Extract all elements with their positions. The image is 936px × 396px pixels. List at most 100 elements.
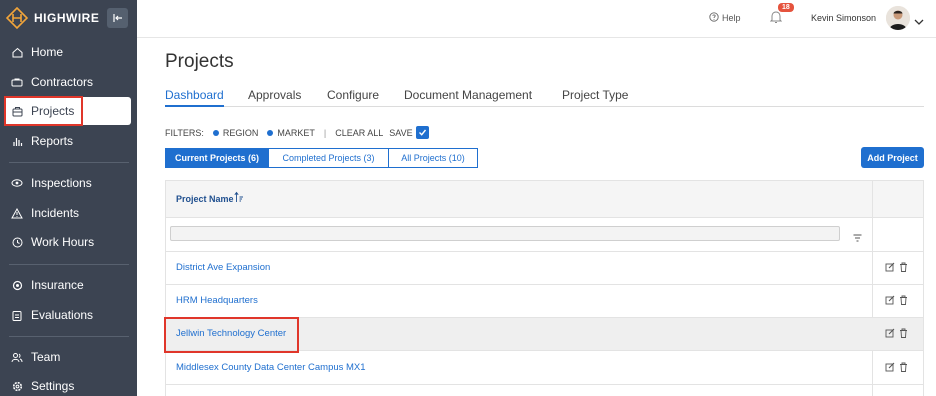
avatar[interactable]: [886, 6, 910, 30]
reports-icon: [11, 135, 23, 147]
sidebar-item-inspections[interactable]: Inspections: [4, 169, 131, 197]
collapse-sidebar-button[interactable]: [107, 8, 128, 28]
table-row: Middlesex County Data Center Campus MX1: [166, 352, 923, 385]
sidebar-item-work-hours[interactable]: Work Hours: [4, 228, 131, 256]
edit-icon[interactable]: [885, 328, 895, 338]
highwire-logo-icon: [6, 7, 28, 29]
project-link[interactable]: HRM Headquarters: [176, 295, 258, 306]
sidebar-item-home[interactable]: Home: [4, 38, 131, 66]
tab-configure[interactable]: Configure: [327, 88, 379, 107]
notification-count-badge: 18: [778, 3, 794, 12]
row-actions: [885, 362, 912, 372]
sidebar-item-label: Insurance: [31, 278, 84, 292]
region-filter-label: REGION: [222, 127, 259, 138]
market-filter[interactable]: MARKET: [267, 128, 315, 138]
collapse-left-icon: [112, 14, 122, 22]
sidebar-item-evaluations[interactable]: Evaluations: [4, 301, 131, 329]
sidebar-item-reports[interactable]: Reports: [4, 127, 131, 155]
team-icon: [11, 351, 23, 363]
sort-ascending-icon[interactable]: [234, 190, 244, 208]
work-hours-icon: [11, 236, 23, 248]
column-divider: [872, 181, 873, 218]
help-label: Help: [722, 13, 741, 23]
filters-separator: |: [323, 127, 327, 138]
notifications-button[interactable]: [769, 10, 783, 29]
project-name-filter-input[interactable]: [170, 226, 840, 241]
evaluations-icon: [11, 309, 23, 321]
table-row: District Ave Expansion: [166, 252, 923, 285]
home-icon: [11, 46, 23, 58]
tab-project-type[interactable]: Project Type: [562, 88, 628, 107]
sidebar-item-insurance[interactable]: Insurance: [4, 271, 131, 299]
page-title: Projects: [165, 51, 234, 72]
row-actions: [885, 295, 912, 305]
sidebar-item-label: Inspections: [31, 176, 92, 190]
sidebar-item-incidents[interactable]: Incidents: [4, 199, 131, 227]
selected-project-highlight-box: [164, 317, 299, 353]
sidebar-divider: [9, 264, 129, 265]
save-filters-label: SAVE: [389, 127, 413, 138]
tab-approvals[interactable]: Approvals: [248, 88, 301, 107]
topbar: Help 18 Kevin Simonson: [137, 0, 936, 38]
clear-all-button[interactable]: CLEAR ALL: [335, 128, 383, 138]
user-name[interactable]: Kevin Simonson: [811, 13, 876, 23]
brand[interactable]: HIGHWIRE: [6, 7, 99, 29]
brand-name: HIGHWIRE: [34, 11, 100, 25]
avatar-person-icon: [886, 6, 910, 30]
region-dot-icon: [212, 129, 219, 136]
delete-icon[interactable]: [899, 328, 908, 338]
user-menu-chevron[interactable]: [914, 13, 924, 31]
sidebar-item-label: Reports: [31, 134, 74, 148]
completed-projects-tab[interactable]: Completed Projects (3): [269, 148, 389, 168]
save-filters-checkbox[interactable]: [415, 126, 429, 139]
contractors-icon: [11, 76, 23, 88]
table-header: Project Name: [166, 181, 923, 218]
table-row: HRM Headquarters: [166, 285, 923, 318]
chevron-down-icon: [914, 19, 924, 25]
tab-document-management[interactable]: Document Management: [404, 88, 532, 107]
sidebar-divider: [9, 162, 129, 163]
sidebar-item-label: Evaluations: [31, 308, 94, 322]
table-filter-row: [166, 218, 923, 252]
checkmark-icon: [418, 129, 426, 136]
sidebar-item-contractors[interactable]: Contractors: [4, 68, 131, 96]
help-link[interactable]: Help: [709, 12, 741, 24]
inspections-icon: [11, 177, 23, 189]
edit-icon[interactable]: [885, 262, 895, 272]
edit-icon[interactable]: [885, 362, 895, 372]
sidebar-item-label: Work Hours: [31, 235, 95, 249]
add-project-button[interactable]: Add Project: [861, 147, 924, 168]
region-filter[interactable]: REGION: [212, 127, 259, 138]
projects-highlight-box: [4, 96, 83, 126]
projects-table: Project Name District Ave Expansion HRM …: [165, 180, 924, 396]
sidebar-item-label: Team: [31, 350, 61, 364]
help-icon: [709, 12, 719, 24]
insurance-icon: [11, 279, 23, 291]
delete-icon[interactable]: [899, 262, 908, 272]
sidebar-item-team[interactable]: Team: [4, 343, 131, 371]
bell-icon: [769, 11, 783, 23]
delete-icon[interactable]: [899, 362, 908, 372]
current-projects-tab[interactable]: Current Projects (6): [165, 148, 269, 168]
sidebar-divider: [9, 336, 129, 337]
sidebar-item-label: Incidents: [31, 206, 80, 220]
tab-bar: Dashboard Approvals Configure Document M…: [165, 88, 924, 107]
filters-bar: FILTERS: REGION MARKET | CLEAR ALL SAVE: [165, 126, 429, 139]
tab-dashboard[interactable]: Dashboard: [165, 88, 224, 107]
filter-icon[interactable]: [853, 229, 862, 247]
project-link[interactable]: Middlesex County Data Center Campus MX1: [176, 362, 366, 373]
all-projects-tab[interactable]: All Projects (10): [389, 148, 478, 168]
delete-icon[interactable]: [899, 295, 908, 305]
market-filter-label: MARKET: [277, 127, 315, 138]
edit-icon[interactable]: [885, 295, 895, 305]
market-dot-icon: [267, 129, 274, 136]
sidebar-item-settings[interactable]: Settings: [4, 372, 131, 396]
incidents-icon: [11, 207, 23, 219]
sidebar-item-label: Home: [31, 45, 64, 59]
project-link[interactable]: District Ave Expansion: [176, 262, 270, 273]
row-actions: [885, 262, 912, 272]
project-name-column-header[interactable]: Project Name: [176, 194, 234, 204]
settings-icon: [11, 380, 23, 392]
sidebar-item-label: Contractors: [31, 75, 94, 89]
filters-label: FILTERS:: [165, 127, 204, 138]
